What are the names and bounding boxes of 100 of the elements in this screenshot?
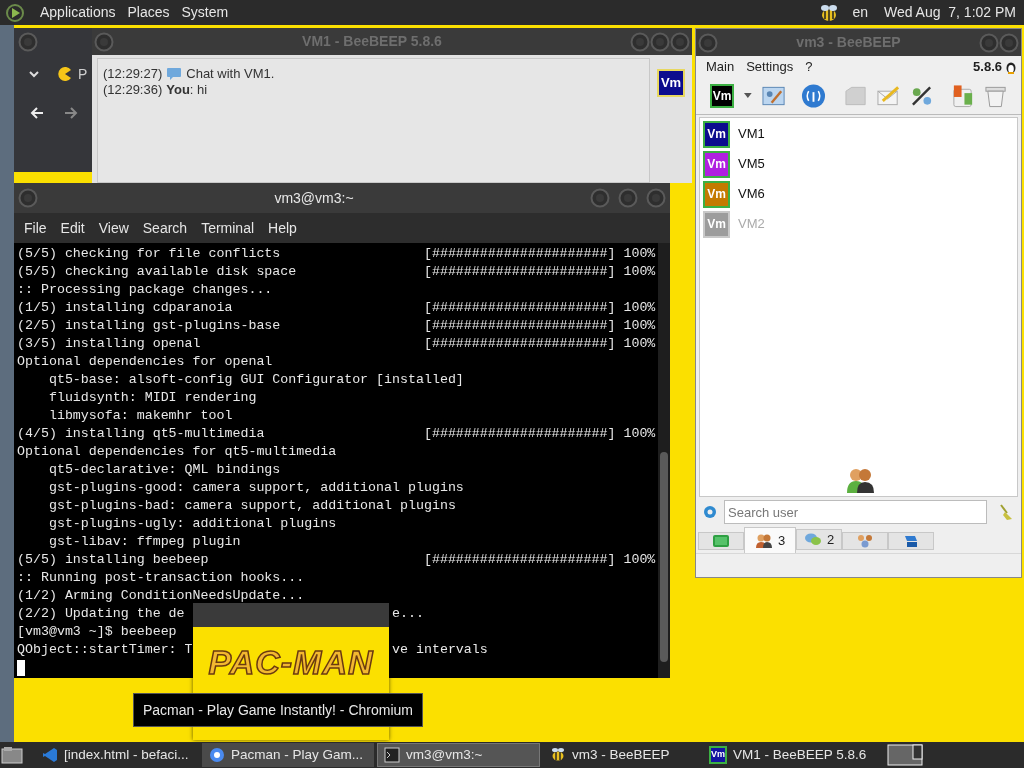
pacman-icon bbox=[58, 67, 72, 81]
menu-item[interactable]: Search bbox=[135, 217, 195, 239]
terminal-line: gst-plugins-good: camera support, additional plugins bbox=[47, 479, 464, 497]
terminal-line: (2/2) Updating the de bbox=[17, 606, 185, 621]
user-name: VM6 bbox=[738, 185, 765, 204]
user-avatar: Vm bbox=[657, 69, 685, 97]
terminal-line: [vm3@vm3 ~]$ beebeep bbox=[17, 623, 177, 641]
progress-text: [######################] 100% bbox=[423, 245, 656, 263]
panel-menu[interactable]: System bbox=[175, 2, 235, 23]
window-button[interactable] bbox=[698, 32, 718, 53]
progress-text: [######################] 100% bbox=[423, 317, 656, 335]
tooltip: Pacman - Play Game Instantly! - Chromium bbox=[133, 693, 423, 727]
my-avatar: Vm bbox=[710, 83, 734, 108]
users-icon bbox=[845, 466, 875, 494]
search-field[interactable]: Search user bbox=[724, 500, 987, 524]
show-desktop-icon[interactable] bbox=[1, 745, 23, 765]
app-icon: Vm bbox=[709, 746, 727, 764]
user-item[interactable]: Vm VM1 bbox=[703, 119, 1017, 149]
browser-icon bbox=[209, 747, 225, 763]
version-label: 5.8.6 bbox=[973, 57, 1002, 76]
forward-arrow-icon[interactable] bbox=[64, 106, 78, 120]
broom-icon[interactable] bbox=[997, 503, 1015, 521]
terminal-icon bbox=[384, 747, 400, 763]
window-button[interactable] bbox=[618, 188, 638, 208]
window-button[interactable] bbox=[630, 31, 650, 52]
progress-text: [######################] 100% bbox=[423, 425, 656, 443]
speech-bubble-icon bbox=[166, 67, 183, 81]
message-time: (12:29:36) bbox=[103, 82, 163, 98]
progress-text: [######################] 100% bbox=[423, 299, 656, 317]
panel-menu[interactable]: Places bbox=[121, 2, 176, 23]
terminal-line: (5/5) installing beebeep bbox=[17, 552, 209, 567]
user-name: VM5 bbox=[738, 155, 765, 174]
window-button[interactable] bbox=[94, 31, 114, 52]
message-text: Chat with VM1. bbox=[186, 66, 275, 82]
terminal-line: QObject::startTimer: T bbox=[17, 642, 193, 657]
terminal-line: qt5-declarative: QML bindings bbox=[47, 461, 281, 479]
menu-item[interactable]: Terminal bbox=[194, 217, 262, 239]
user-item[interactable]: Vm VM5 bbox=[703, 149, 1017, 179]
user-avatar: Vm bbox=[703, 150, 730, 178]
logo: PAC-MAN bbox=[208, 642, 374, 683]
tab[interactable] bbox=[888, 532, 934, 550]
menu-item[interactable]: View bbox=[91, 217, 136, 239]
menu-item[interactable]: Edit bbox=[53, 217, 92, 239]
gear-icon[interactable] bbox=[702, 504, 718, 520]
terminal-line: (1/5) installing cdparanoia bbox=[17, 300, 233, 315]
shares-tab-icon bbox=[902, 533, 920, 549]
terminal-line: gst-libav: ffmpeg plugin bbox=[47, 533, 241, 551]
menu-item[interactable]: File bbox=[17, 217, 54, 239]
scrollbar-thumb[interactable] bbox=[660, 452, 668, 662]
window-title: vm3@vm3:~ bbox=[273, 188, 355, 208]
terminal-line: :: Processing package changes... bbox=[17, 281, 273, 299]
window-button[interactable] bbox=[18, 188, 38, 208]
tab[interactable]: 2 bbox=[796, 528, 842, 550]
clock[interactable]: Wed Aug 7, 1:02 PM bbox=[883, 2, 1016, 23]
profile-card-icon[interactable] bbox=[761, 84, 785, 107]
tab-title[interactable]: P bbox=[78, 63, 88, 85]
terminal-line: Optional dependencies for qt5-multimedia bbox=[17, 443, 337, 461]
user-item[interactable]: Vm VM6 bbox=[703, 179, 1017, 209]
window-button[interactable] bbox=[670, 31, 690, 52]
menu-item[interactable]: Settings bbox=[740, 56, 800, 77]
terminal-line: e... bbox=[392, 605, 424, 623]
user-name: VM2 bbox=[738, 215, 765, 234]
terminal-line: (2/5) installing gst-plugins-base bbox=[17, 318, 281, 333]
window-button[interactable] bbox=[999, 32, 1019, 53]
taskbar-button[interactable]: Pacman - Play Gam... bbox=[202, 743, 374, 767]
menu-item[interactable]: Help bbox=[261, 217, 304, 239]
taskbar-button[interactable]: vm3@vm3:~ bbox=[377, 743, 540, 767]
tab[interactable] bbox=[698, 532, 744, 550]
tab[interactable] bbox=[842, 532, 888, 550]
menu-item[interactable]: Main bbox=[700, 56, 741, 77]
terminal-line: gst-plugins-bad: camera support, additional plugins bbox=[47, 497, 456, 515]
scrollbar[interactable] bbox=[658, 243, 670, 678]
bee-icon bbox=[550, 747, 566, 763]
terminal-line: (5/5) checking for file conflicts bbox=[17, 246, 281, 261]
power-icon[interactable] bbox=[4, 1, 26, 24]
tab[interactable]: 3 bbox=[744, 527, 796, 553]
language-indicator[interactable]: en bbox=[852, 2, 868, 23]
user-name: VM1 bbox=[738, 125, 765, 144]
window-button[interactable] bbox=[979, 32, 999, 53]
pencil-envelope-icon[interactable] bbox=[876, 84, 900, 107]
back-arrow-icon[interactable] bbox=[30, 106, 44, 120]
progress-text: [######################] 100% bbox=[423, 551, 656, 569]
chevron-down-icon[interactable] bbox=[28, 70, 40, 78]
window-button[interactable] bbox=[646, 188, 666, 208]
terminal-line: libmysofa: makemhr tool bbox=[47, 407, 233, 425]
terminal-line: (4/5) installing qt5-multimedia bbox=[17, 426, 265, 441]
menu-item[interactable]: ? bbox=[799, 56, 819, 77]
plugin-icon[interactable] bbox=[950, 82, 974, 109]
dropdown-caret-icon[interactable] bbox=[744, 92, 752, 99]
editor-icon bbox=[42, 747, 58, 763]
progress-text: [######################] 100% bbox=[423, 263, 656, 281]
window-button[interactable] bbox=[650, 31, 670, 52]
panel-menu[interactable]: Applications bbox=[34, 2, 122, 23]
workspace-switcher-icon[interactable] bbox=[887, 744, 923, 766]
network-icon[interactable] bbox=[800, 82, 826, 109]
terminal-line: :: Running post-transaction hooks... bbox=[17, 569, 305, 587]
user-avatar: Vm bbox=[703, 210, 730, 238]
window-button[interactable] bbox=[18, 31, 38, 52]
window-button[interactable] bbox=[590, 188, 610, 208]
terminal-line: Optional dependencies for openal bbox=[17, 353, 273, 371]
